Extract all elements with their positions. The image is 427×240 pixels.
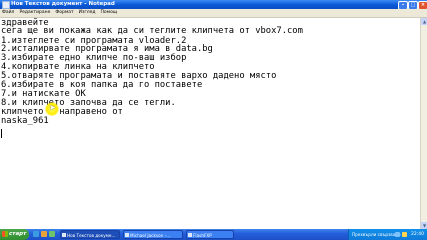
quicklaunch-folder-icon[interactable] xyxy=(41,231,47,237)
notepad-window: Нов Текстов документ - Notepad – □ × Фай… xyxy=(0,0,427,229)
notepad-icon xyxy=(2,1,10,9)
menu-view[interactable]: Изглед xyxy=(79,9,96,17)
menu-help[interactable]: Помощ xyxy=(101,9,118,17)
quicklaunch-media-icon[interactable] xyxy=(49,231,55,237)
quicklaunch-browser-icon[interactable] xyxy=(33,231,39,237)
mouse-pointer-highlight: ➤ xyxy=(45,102,59,116)
close-icon: × xyxy=(420,2,426,8)
volume-icon[interactable] xyxy=(402,232,407,237)
network-icon[interactable] xyxy=(395,232,400,237)
system-tray: Прехвърли свързване 22:40 xyxy=(348,229,427,240)
task-label: Нов Текстов докуме... xyxy=(67,233,116,238)
start-label: старт xyxy=(9,231,27,237)
menu-file[interactable]: Файл xyxy=(2,9,14,17)
notepad-icon xyxy=(62,233,66,237)
task-label: FlashFXP xyxy=(193,233,212,238)
scroll-up-icon[interactable]: ▲ xyxy=(421,18,427,25)
menu-bar: Файл Редактиране Формат Изглед Помощ xyxy=(0,9,427,18)
vertical-scrollbar[interactable]: ▲ ▼ xyxy=(420,18,427,229)
task-notepad[interactable]: Нов Текстов докуме... xyxy=(60,230,120,239)
task-label: Michael Jackson -... xyxy=(130,233,171,238)
scroll-down-icon[interactable]: ▼ xyxy=(421,222,427,229)
menu-edit[interactable]: Редактиране xyxy=(19,9,50,17)
text-line: сега ще ви покажа как да си теглите клип… xyxy=(1,26,303,36)
taskbar: старт Нов Текстов докуме... Michael Jack… xyxy=(0,229,427,240)
tray-link[interactable]: Прехвърли свързване xyxy=(352,229,401,240)
task-browser[interactable]: Michael Jackson -... xyxy=(123,230,183,239)
menu-format[interactable]: Формат xyxy=(55,9,73,17)
windows-flag-icon xyxy=(2,231,8,237)
window-title: Нов Текстов документ - Notepad xyxy=(11,1,115,7)
title-bar[interactable]: Нов Текстов документ - Notepad – □ × xyxy=(0,0,427,10)
start-button[interactable]: старт xyxy=(0,229,29,240)
text-line: naska_961 xyxy=(1,116,49,126)
task-flashfxp[interactable]: FlashFXP xyxy=(186,230,234,239)
flashfxp-icon xyxy=(188,233,192,237)
text-editor[interactable]: здравейте сега ще ви покажа как да си те… xyxy=(0,18,420,229)
text-caret xyxy=(1,129,2,138)
maximize-icon: □ xyxy=(410,2,416,8)
browser-icon xyxy=(125,233,129,237)
minimize-icon: – xyxy=(401,2,405,8)
mouse-pointer-icon: ➤ xyxy=(49,103,56,112)
clock: 22:40 xyxy=(411,232,424,237)
